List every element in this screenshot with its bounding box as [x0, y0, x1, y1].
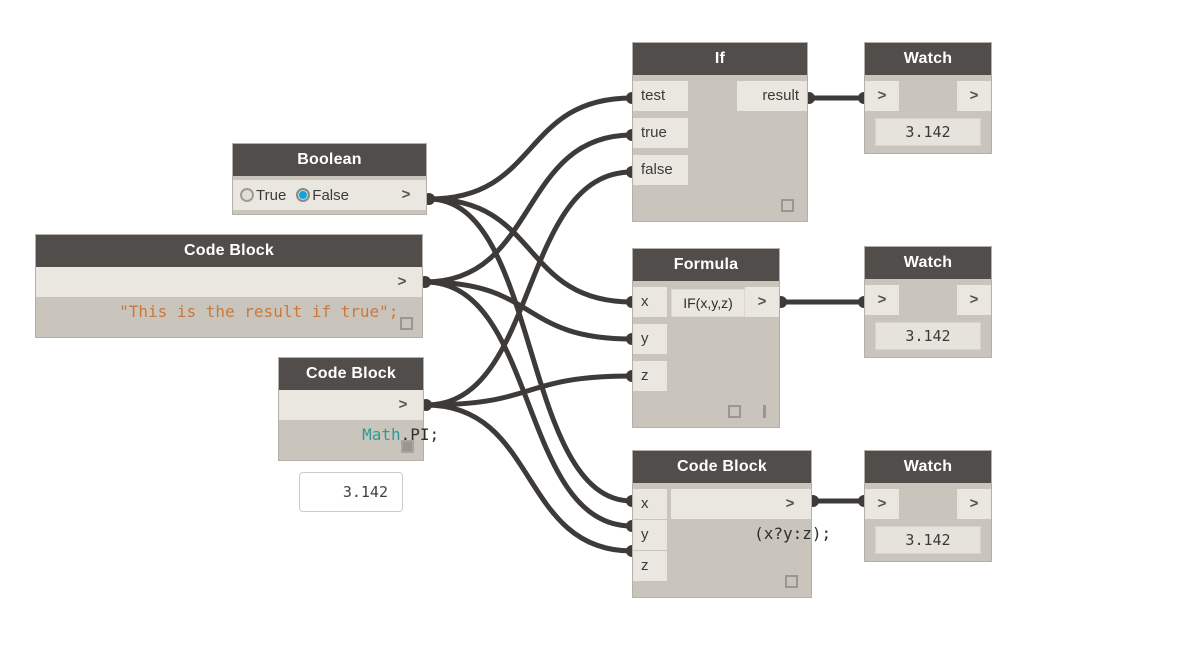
formula-input-port-y[interactable]: y — [633, 324, 667, 354]
if-input-port-test[interactable]: test — [633, 81, 688, 111]
code-block-2-preview-bubble: 3.142 — [299, 472, 403, 512]
node-watch-2-title: Watch — [865, 247, 991, 279]
node-code-block-3-title: Code Block — [633, 451, 811, 483]
node-watch-1[interactable]: Watch > > 3.142 — [864, 42, 992, 154]
wire[interactable] — [426, 95, 635, 202]
node-code-block-2-title: Code Block — [279, 358, 423, 390]
node-watch-3-body: > > 3.142 — [865, 483, 991, 562]
node-formula-title: Formula — [633, 249, 779, 281]
preview-value: 3.142 — [342, 483, 388, 501]
code-block-2-code[interactable]: Math.PI; — [279, 390, 439, 444]
watch-1-input-port[interactable]: > — [865, 81, 899, 111]
code-block-3-input-port-x[interactable]: x — [633, 489, 667, 519]
code-block-2-output-port[interactable]: > — [383, 390, 423, 420]
node-code-block-3-body: x y z (x?y:z); > — [633, 483, 831, 598]
node-if[interactable]: If test true false result — [632, 42, 808, 222]
if-output-port-result[interactable]: result — [737, 81, 807, 111]
code-block-1-code[interactable]: "This is the result if true"; — [36, 267, 398, 321]
node-code-block-2-body: Math.PI; > — [279, 390, 439, 461]
formula-bar-icon[interactable] — [763, 405, 766, 418]
boolean-option-true[interactable]: True — [240, 187, 286, 204]
code-token-class: Math — [362, 425, 401, 444]
node-watch-2-body: > > 3.142 — [865, 279, 991, 358]
wire[interactable] — [422, 279, 635, 342]
code-block-3-resize-icon[interactable] — [785, 575, 798, 588]
node-code-block-2[interactable]: Code Block Math.PI; > — [278, 357, 439, 461]
boolean-output-port[interactable]: > — [386, 180, 426, 210]
wire[interactable] — [426, 196, 635, 305]
code-block-3-code[interactable]: (x?y:z); — [671, 489, 831, 543]
code-block-3-output-port[interactable]: > — [769, 489, 811, 519]
node-watch-2[interactable]: Watch > > 3.142 — [864, 246, 992, 358]
wire[interactable] — [423, 169, 635, 408]
formula-output-port[interactable]: > — [745, 287, 779, 317]
radio-unselected-icon — [240, 188, 254, 202]
node-code-block-1-title: Code Block — [36, 235, 422, 267]
node-watch-3-title: Watch — [865, 451, 991, 483]
watch-3-output-port[interactable]: > — [957, 489, 991, 519]
node-watch-3[interactable]: Watch > > 3.142 — [864, 450, 992, 562]
radio-selected-icon — [296, 188, 311, 202]
node-watch-1-title: Watch — [865, 43, 991, 75]
wire[interactable] — [423, 373, 635, 408]
node-boolean-title: Boolean — [233, 144, 426, 176]
formula-input-port-x[interactable]: x — [633, 287, 667, 317]
boolean-option-true-label: True — [256, 186, 287, 204]
formula-expression-input[interactable]: IF(x,y,z) — [671, 289, 745, 317]
node-code-block-1-body: "This is the result if true"; > — [36, 267, 422, 338]
wire[interactable] — [422, 279, 635, 529]
boolean-radio-group[interactable]: True False — [233, 180, 386, 210]
code-token-string: "This is the result if true"; — [119, 302, 399, 321]
watch-2-input-port[interactable]: > — [865, 285, 899, 315]
node-boolean-body: True False > — [233, 176, 426, 215]
if-resize-icon[interactable] — [781, 199, 794, 212]
if-input-port-false[interactable]: false — [633, 155, 688, 185]
watch-1-value: 3.142 — [875, 118, 981, 146]
formula-input-port-z[interactable]: z — [633, 361, 667, 391]
watch-2-value: 3.142 — [875, 322, 981, 350]
wire[interactable] — [422, 132, 635, 285]
watch-1-output-port[interactable]: > — [957, 81, 991, 111]
code-token-expression: (x?y:z); — [754, 524, 832, 543]
watch-3-value: 3.142 — [875, 526, 981, 554]
watch-2-output-port[interactable]: > — [957, 285, 991, 315]
node-formula[interactable]: Formula x y z IF(x,y,z) > — [632, 248, 780, 428]
code-block-2-resize-icon[interactable] — [401, 440, 414, 453]
node-code-block-1[interactable]: Code Block "This is the result if true";… — [35, 234, 423, 338]
node-formula-body: x y z IF(x,y,z) > — [633, 281, 779, 428]
node-if-body: test true false result — [633, 75, 807, 222]
watch-3-input-port[interactable]: > — [865, 489, 899, 519]
dynamo-graph-canvas[interactable]: Boolean True False > Code Block "This is… — [0, 0, 1200, 650]
node-boolean[interactable]: Boolean True False > — [232, 143, 427, 215]
node-if-title: If — [633, 43, 807, 75]
node-watch-1-body: > > 3.142 — [865, 75, 991, 154]
code-block-3-input-port-z[interactable]: z — [633, 551, 667, 581]
wire[interactable] — [423, 402, 635, 554]
formula-resize-icon[interactable] — [728, 405, 741, 418]
code-block-3-input-port-y[interactable]: y — [633, 520, 667, 550]
if-input-port-true[interactable]: true — [633, 118, 688, 148]
boolean-option-false-label: False — [312, 186, 349, 204]
code-block-1-resize-icon[interactable] — [400, 317, 413, 330]
code-block-1-output-port[interactable]: > — [382, 267, 422, 297]
node-code-block-3[interactable]: Code Block x y z (x?y:z); > — [632, 450, 831, 598]
wire[interactable] — [426, 196, 635, 504]
boolean-option-false[interactable]: False — [296, 187, 349, 204]
